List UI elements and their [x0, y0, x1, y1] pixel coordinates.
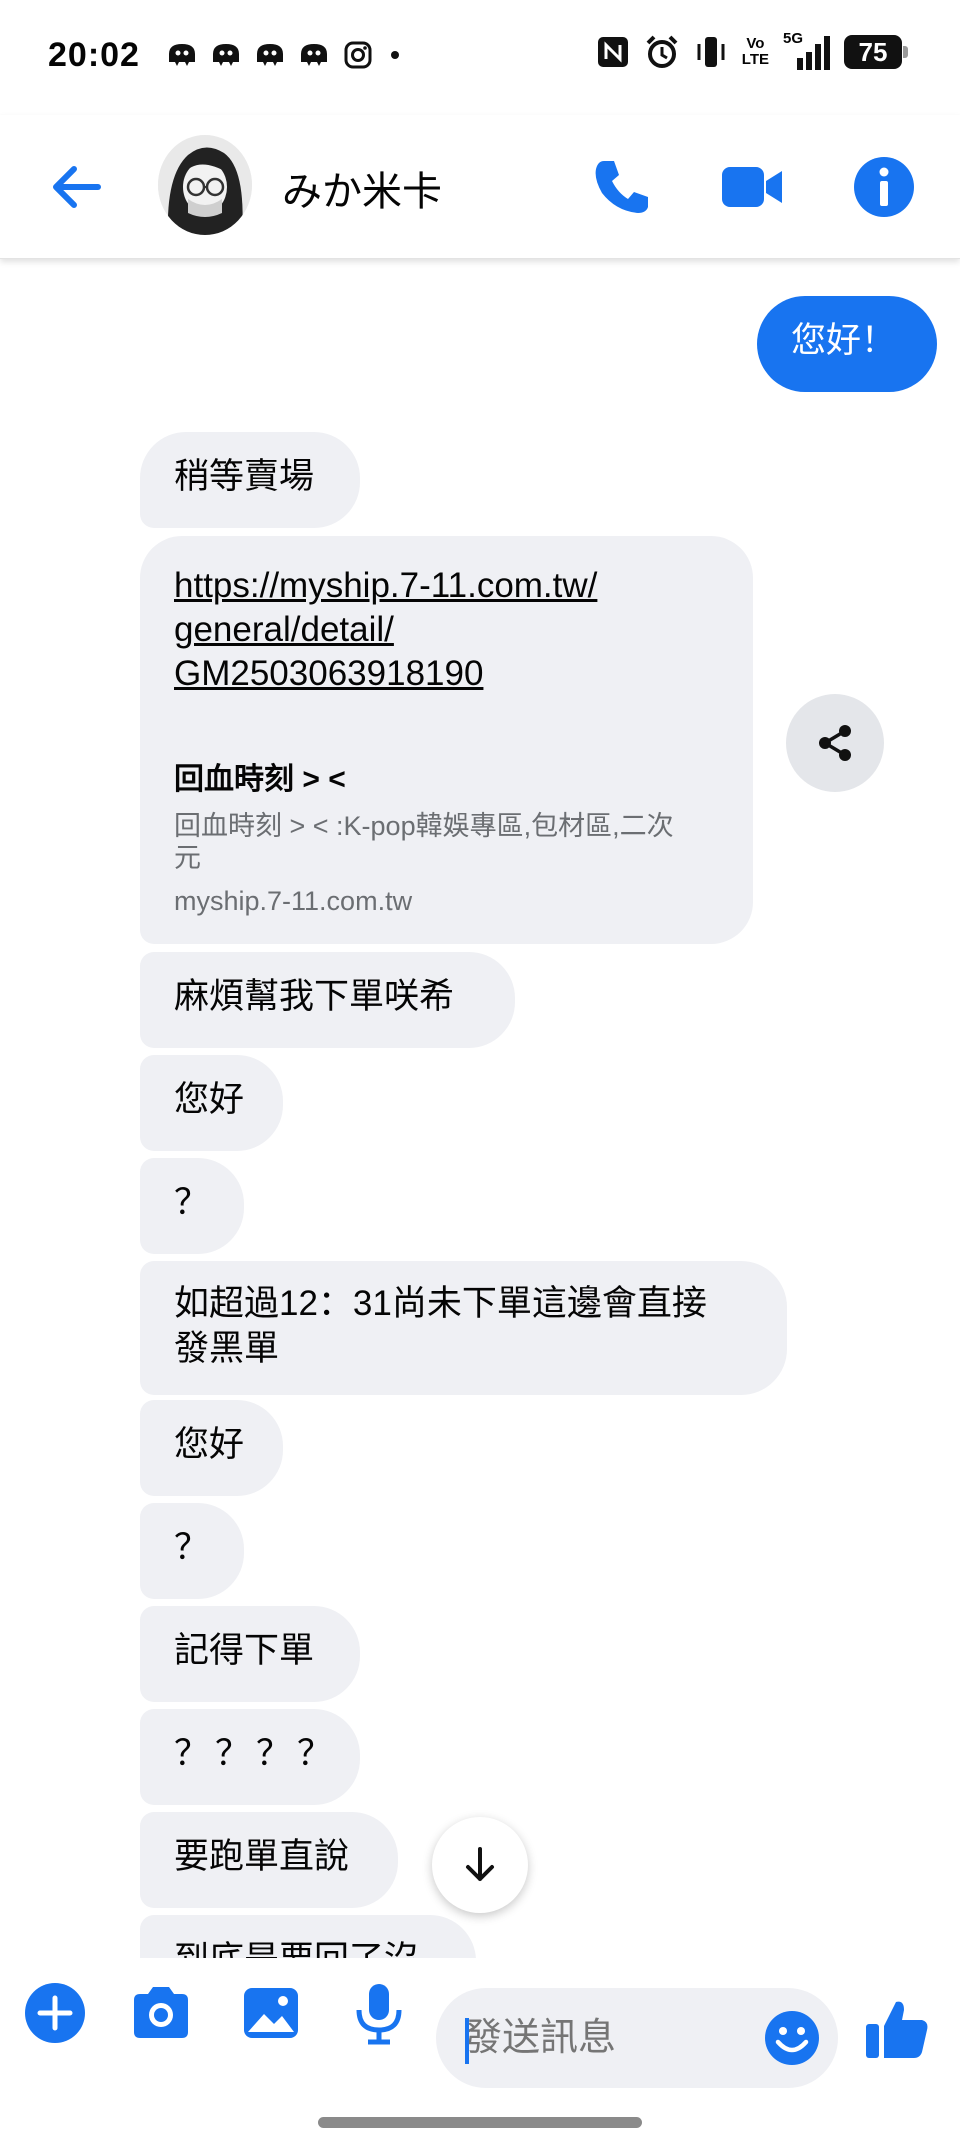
avatar[interactable] — [158, 135, 252, 235]
home-indicator[interactable] — [318, 2117, 642, 2128]
signal-indicator: 5G — [783, 30, 830, 70]
battery-indicator: 75 — [844, 35, 908, 69]
volte-indicator: Vo LTE — [741, 35, 769, 68]
link-title: 回血時刻 > < — [174, 763, 346, 796]
message-list[interactable]: 您好！ 稍等賣場 https://myship.7-11.com.tw/ gen… — [0, 258, 960, 1958]
incoming-message[interactable]: 麻煩幫我下單咲希 — [140, 952, 515, 1048]
avatar-image — [158, 135, 252, 235]
messenger-bot-icon — [257, 44, 283, 66]
instagram-icon — [344, 41, 372, 69]
camera-icon[interactable] — [128, 1980, 194, 2046]
text-cursor — [465, 2018, 469, 2064]
link-preview-card[interactable]: https://myship.7-11.com.tw/ general/deta… — [140, 536, 753, 944]
incoming-message[interactable]: 記得下單 — [140, 1606, 360, 1702]
messenger-bot-icon — [213, 44, 239, 66]
contact-name[interactable]: みか米卡 — [282, 159, 442, 217]
incoming-message[interactable]: 要跑單直說 — [140, 1812, 398, 1908]
nfc-icon — [597, 37, 628, 67]
info-icon[interactable] — [848, 151, 920, 223]
messenger-bot-icon — [169, 44, 195, 66]
link-domain: myship.7-11.com.tw — [174, 886, 413, 916]
arrow-down-icon — [466, 1847, 494, 1881]
status-time: 20:02 — [48, 36, 140, 74]
share-icon — [819, 725, 851, 761]
incoming-message[interactable]: ？ — [140, 1158, 244, 1254]
notification-icons — [165, 40, 405, 70]
dot-icon — [391, 51, 399, 59]
incoming-message[interactable]: 稍等賣場 — [140, 432, 360, 528]
conversation-header: みか米卡 — [0, 115, 960, 259]
incoming-message[interactable]: ？？？？ — [140, 1709, 360, 1805]
emoji-icon[interactable] — [762, 2008, 822, 2068]
thumbs-up-icon[interactable] — [862, 1994, 932, 2064]
messenger-bot-icon — [301, 44, 327, 66]
scroll-to-bottom-button[interactable] — [432, 1817, 528, 1913]
incoming-message[interactable]: 如超過12：31尚未下單這邊會直接 發黑單 — [140, 1261, 787, 1395]
system-icons: Vo LTE 5G 75 — [596, 30, 908, 70]
alarm-icon — [646, 35, 678, 68]
vibrate-icon — [697, 37, 725, 67]
gallery-icon[interactable] — [238, 1980, 304, 2046]
link-url[interactable]: https://myship.7-11.com.tw/ general/deta… — [174, 564, 719, 696]
message-composer — [0, 1958, 960, 2098]
incoming-message[interactable]: 到底是要回了沒 — [140, 1915, 476, 1958]
video-call-icon[interactable] — [716, 151, 788, 223]
back-arrow-icon[interactable] — [46, 157, 106, 217]
share-button[interactable] — [786, 694, 884, 792]
incoming-message[interactable]: ？ — [140, 1503, 244, 1599]
incoming-message[interactable]: 您好 — [140, 1055, 283, 1151]
plus-icon[interactable] — [22, 1980, 88, 2046]
phone-icon[interactable] — [586, 151, 658, 223]
link-description: 回血時刻 > < :K-pop韓娛專區,包材區,二次元 — [174, 811, 674, 873]
microphone-icon[interactable] — [346, 1980, 412, 2046]
status-bar: 20:02 Vo LTE 5G 75 — [0, 0, 960, 115]
outgoing-message[interactable]: 您好！ — [757, 296, 937, 392]
incoming-message[interactable]: 您好 — [140, 1400, 283, 1496]
